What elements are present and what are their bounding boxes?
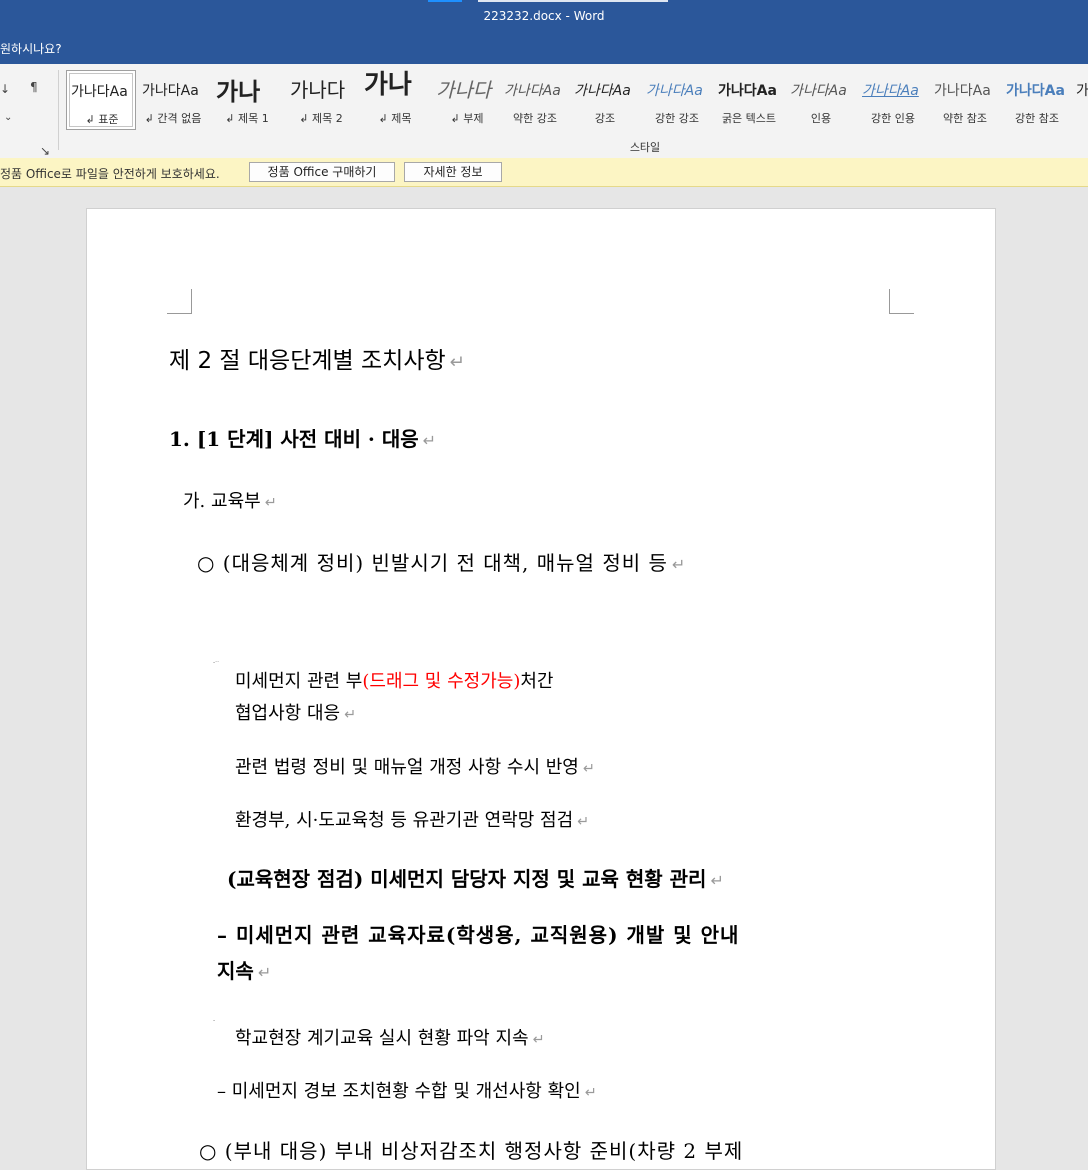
style-preview: 가나 bbox=[364, 70, 412, 100]
style-preview: 가나다 bbox=[290, 78, 346, 102]
item-cooperation: 미세먼지 관련 부(드래그 및 수정가능)처간 bbox=[235, 671, 554, 692]
style-preview: 가나다Aa bbox=[504, 83, 561, 99]
style-label: ↲ 제목 bbox=[378, 112, 412, 125]
style-preview: 가나다Aa bbox=[862, 83, 919, 99]
style-label: 약한 강조 bbox=[513, 112, 557, 125]
style-preview: 가나 bbox=[216, 78, 261, 106]
style-quote[interactable]: 가나다Aa 인용 bbox=[786, 70, 856, 130]
info-message: 정품 Office로 파일을 안전하게 보호하세요. bbox=[0, 167, 220, 181]
style-subtle-reference[interactable]: 가나다Aa 약한 참조 bbox=[930, 70, 1000, 130]
paragraph-group-partial: ↓ ¶ ⌄ ↘ bbox=[0, 70, 59, 158]
style-next-partial[interactable]: 가 bbox=[1072, 70, 1088, 130]
style-label: 강조 bbox=[594, 112, 616, 125]
dialog-launcher-icon[interactable]: ↘ bbox=[40, 144, 50, 158]
style-heading-1[interactable]: 가나 ↲ 제목 1 bbox=[212, 70, 282, 130]
style-preview: 가나다Aa bbox=[142, 83, 199, 99]
tell-me-input[interactable]: 원하시나요? bbox=[0, 40, 62, 57]
license-info-bar: 정품 Office로 파일을 안전하게 보호하세요. 정품 Office 구매하… bbox=[0, 158, 1088, 187]
style-strong[interactable]: 가나다Aa 굵은 텍스트 bbox=[714, 70, 784, 130]
styles-gallery: 가나다Aa ↲ 표준 가나다Aa ↲ 간격 없음 가나 ↲ 제목 1 가나다 ↲… bbox=[64, 70, 1088, 132]
item-cooperation-line2: 협업사항 대응 ↵ bbox=[235, 703, 357, 724]
sort-icon[interactable]: ↓ bbox=[0, 82, 10, 96]
more-info-button[interactable]: 자세한 정보 bbox=[404, 162, 502, 182]
bullet-field-check: (교육현장 점검) 미세먼지 담당자 지정 및 교육 현황 관리 ↵ bbox=[227, 867, 724, 891]
item-school-edu: 학교현장 계기교육 실시 현황 파악 지속 ↵ bbox=[235, 1028, 545, 1049]
item-contact-check: 환경부, 시·도교육청 등 유관기관 연락망 점검 ↵ bbox=[235, 810, 590, 831]
style-subtle-emphasis[interactable]: 가나다Aa 약한 강조 bbox=[500, 70, 570, 130]
margin-corner-top-left bbox=[167, 289, 192, 314]
style-subtitle[interactable]: 가나다 ↲ 부제 bbox=[432, 70, 502, 130]
style-preview: 가나다Aa bbox=[646, 83, 703, 99]
bullet-internal-response: ○ (부내 대응) 부내 비상저감조치 행정사항 준비(차량 2 부제 bbox=[199, 1139, 744, 1163]
style-label: ↲ 제목 2 bbox=[299, 112, 343, 125]
style-label: 강한 인용 bbox=[871, 112, 915, 125]
section-title: 제 2 절 대응단계별 조치사항 ↵ bbox=[169, 348, 466, 374]
style-intense-reference[interactable]: 가나다Aa 강한 참조 bbox=[1002, 70, 1072, 130]
style-label: 강한 참조 bbox=[1015, 112, 1059, 125]
style-intense-quote[interactable]: 가나다Aa 강한 인용 bbox=[858, 70, 928, 130]
subheading-ministry: 가. 교육부 ↵ bbox=[183, 491, 277, 512]
style-label: ↲ 간격 없음 bbox=[144, 112, 202, 125]
dash-edu-materials-line2: 지속 ↵ bbox=[217, 959, 272, 983]
style-label: 약한 참조 bbox=[943, 112, 987, 125]
anchor-mark: -·· bbox=[213, 659, 219, 666]
chevron-down-icon[interactable]: ⌄ bbox=[4, 112, 12, 123]
style-standard[interactable]: 가나다Aa ↲ 표준 bbox=[66, 70, 136, 130]
dash-edu-materials: – 미세먼지 관련 교육자료(학생용, 교직원용) 개발 및 안내 bbox=[217, 923, 740, 947]
style-label: 강한 강조 bbox=[655, 112, 699, 125]
style-heading-2[interactable]: 가나다 ↲ 제목 2 bbox=[286, 70, 356, 130]
title-bar: 223232.docx - Word bbox=[0, 0, 1088, 34]
anchor-mark: - bbox=[213, 1017, 216, 1024]
styles-group-label: 스타일 bbox=[629, 141, 661, 154]
title-accent-light bbox=[478, 0, 668, 2]
style-preview: 가나다Aa bbox=[1006, 83, 1065, 99]
tell-me-bar: 원하시나요? bbox=[0, 34, 1088, 64]
style-preview: 가나다Aa bbox=[718, 83, 777, 99]
style-preview: 가나다Aa bbox=[574, 83, 631, 99]
style-emphasis[interactable]: 가나다Aa 강조 bbox=[570, 70, 640, 130]
ribbon: ↓ ¶ ⌄ ↘ 가나다Aa ↲ 표준 가나다Aa ↲ 간격 없음 가나 ↲ 제목… bbox=[0, 64, 1088, 159]
dash-alert-status: – 미세먼지 경보 조치현황 수합 및 개선사항 확인 ↵ bbox=[217, 1081, 597, 1102]
style-preview: 가나다Aa bbox=[934, 83, 991, 99]
style-preview: 가나다Aa bbox=[71, 84, 128, 100]
style-label: ↲ 표준 bbox=[85, 113, 119, 126]
bullet-response-system: ○ (대응체계 정비) 빈발시기 전 대책, 매뉴얼 정비 등 ↵ bbox=[197, 551, 687, 575]
style-intense-emphasis[interactable]: 가나다Aa 강한 강조 bbox=[642, 70, 712, 130]
buy-office-button[interactable]: 정품 Office 구매하기 bbox=[249, 162, 395, 182]
item-law-manual: 관련 법령 정비 및 매뉴얼 개정 사항 수시 반영 ↵ bbox=[235, 757, 595, 778]
style-label: 인용 bbox=[810, 112, 832, 125]
style-label: ↲ 부제 bbox=[450, 112, 484, 125]
style-no-spacing[interactable]: 가나다Aa ↲ 간격 없음 bbox=[138, 70, 208, 130]
style-preview: 가 bbox=[1076, 83, 1088, 99]
show-marks-icon[interactable]: ¶ bbox=[30, 80, 38, 94]
style-title[interactable]: 가나 ↲ 제목 bbox=[360, 70, 430, 130]
window-title: 223232.docx - Word bbox=[483, 9, 605, 23]
document-page[interactable]: 제 2 절 대응단계별 조치사항 ↵ 1. [1 단계] 사전 대비 · 대응 ↵ … bbox=[86, 208, 996, 1170]
title-accent bbox=[428, 0, 462, 2]
style-label: 굵은 텍스트 bbox=[721, 112, 777, 125]
style-label: ↲ 제목 1 bbox=[225, 112, 269, 125]
heading-step1: 1. [1 단계] 사전 대비 · 대응 ↵ bbox=[169, 427, 437, 451]
margin-corner-top-right bbox=[889, 289, 914, 314]
style-preview: 가나다 bbox=[436, 78, 492, 102]
style-preview: 가나다Aa bbox=[790, 83, 847, 99]
